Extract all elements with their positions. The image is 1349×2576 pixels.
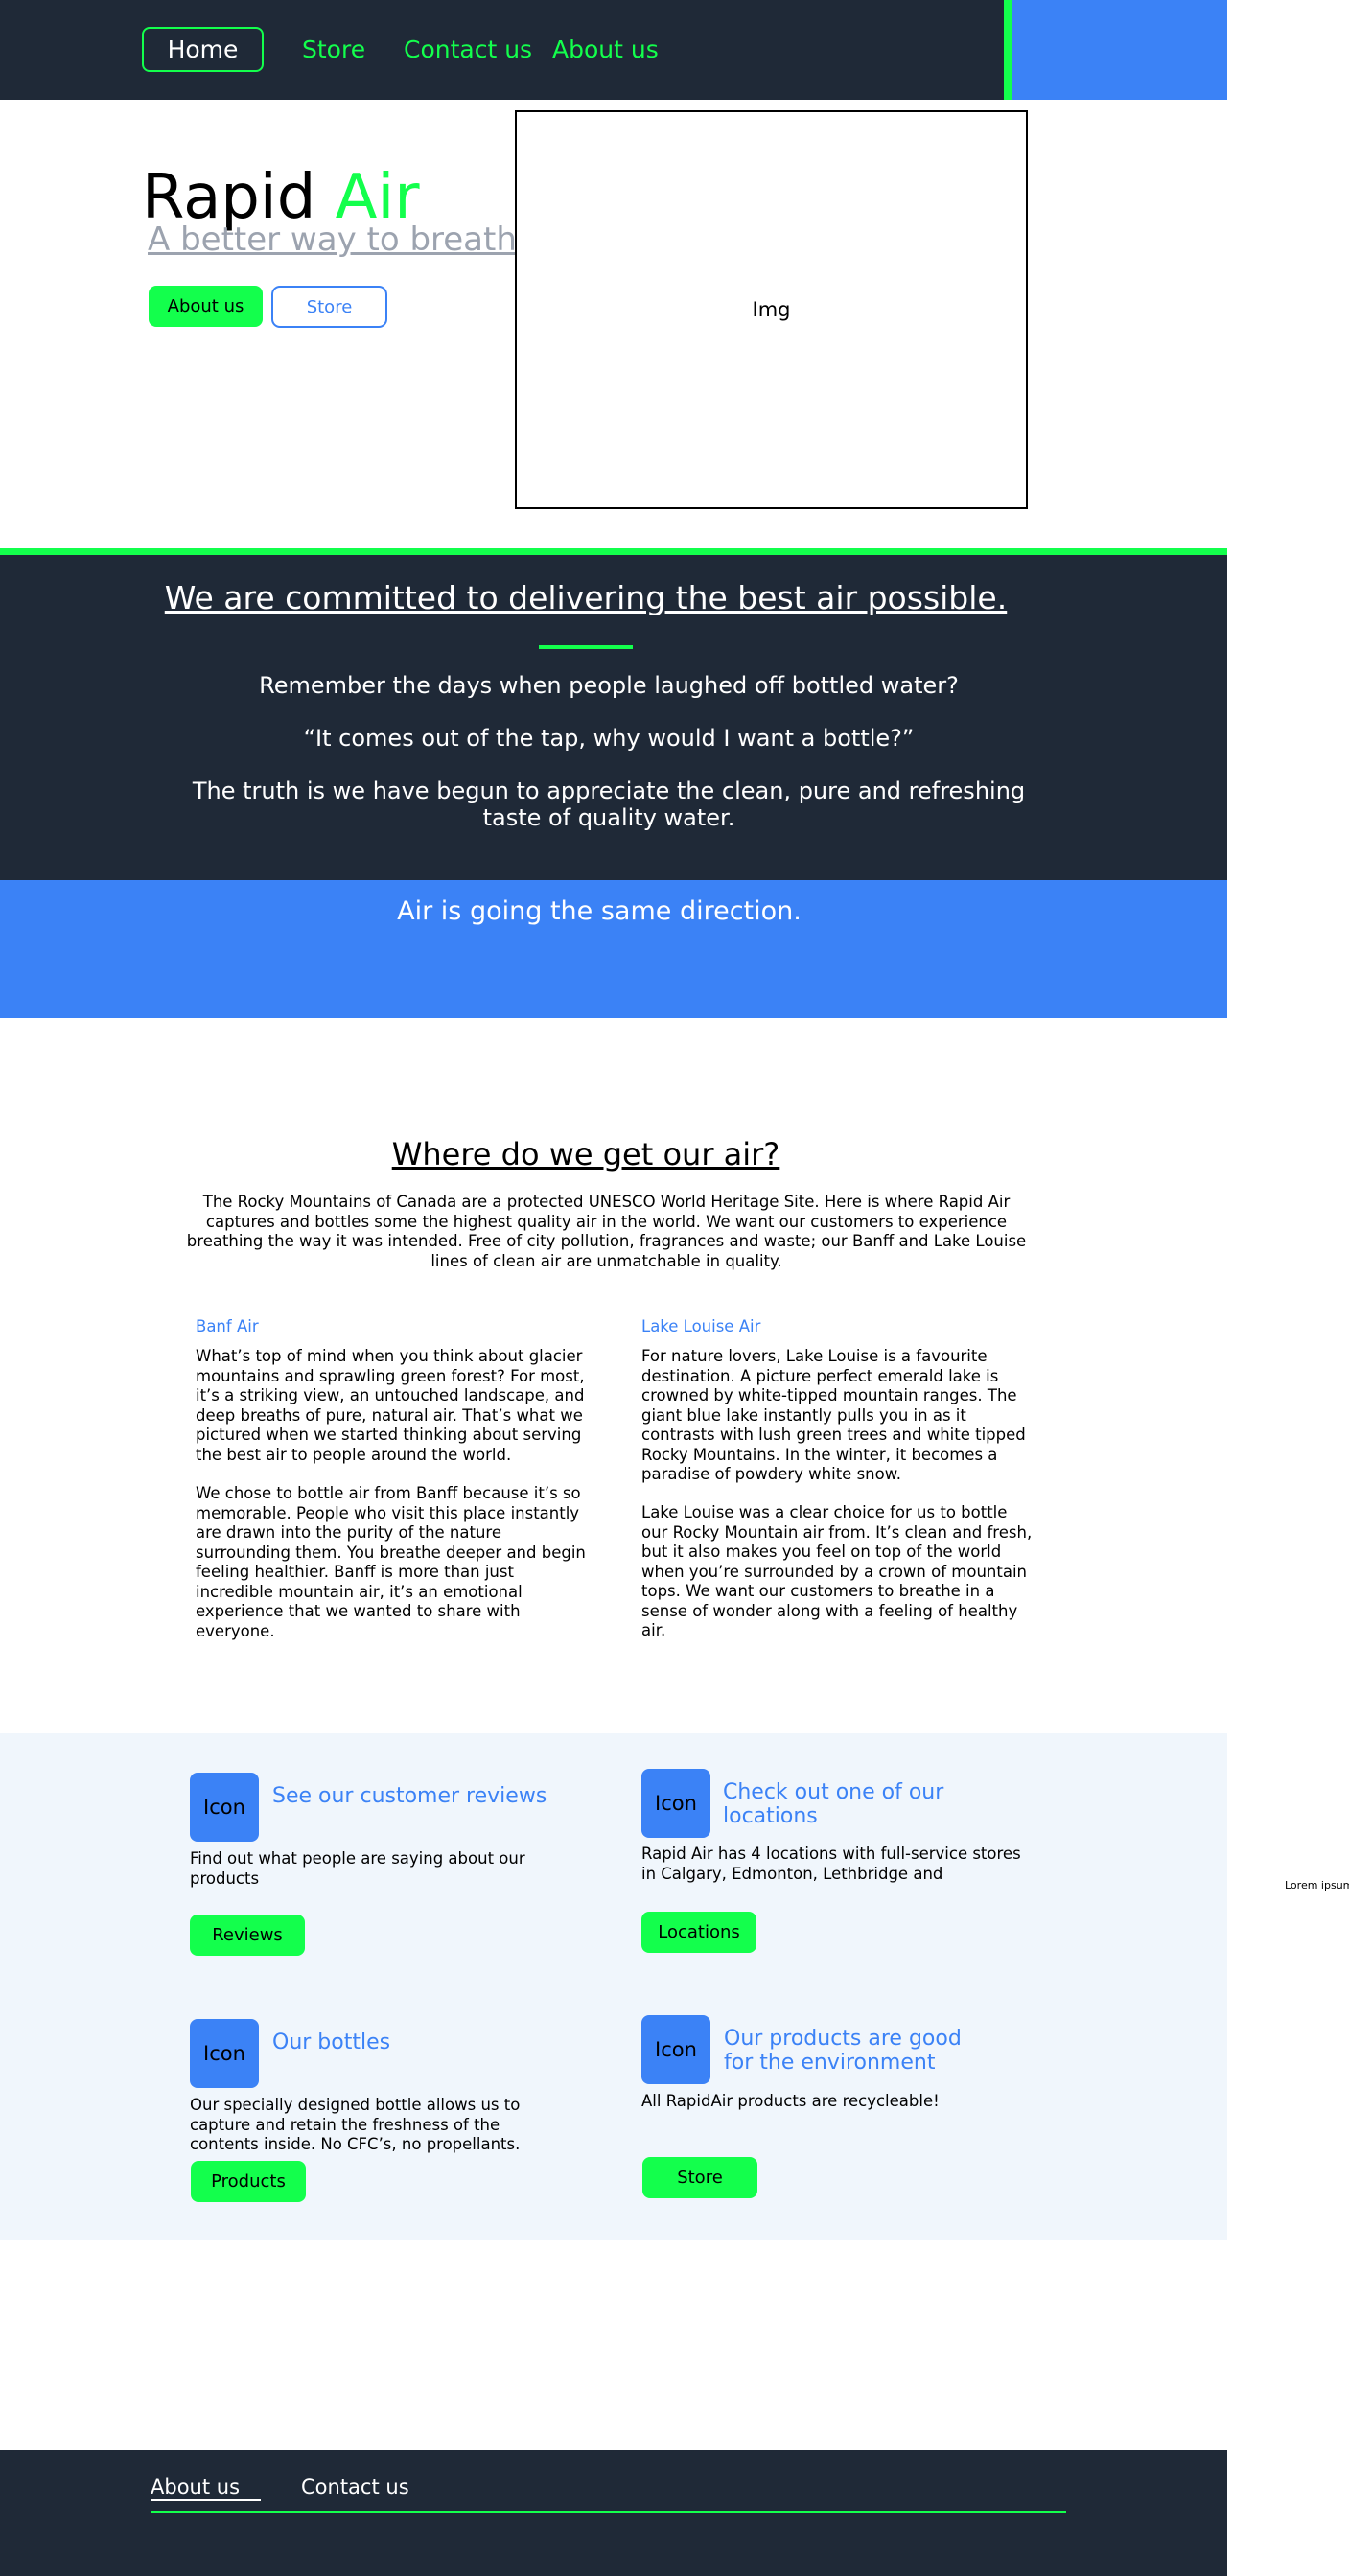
hero-image-placeholder: Img (515, 110, 1028, 509)
banff-paragraph-2: We chose to bottle air from Banff becaus… (196, 1484, 586, 1640)
nav-about-link[interactable]: About us (552, 35, 659, 65)
products-button[interactable]: Products (191, 2161, 306, 2202)
direction-banner-text: Air is going the same direction. (397, 896, 802, 926)
footer-about-link[interactable]: About us (151, 2475, 240, 2498)
banff-paragraph-1: What’s top of mind when you think about … (196, 1347, 585, 1464)
where-section-title: Where do we get our air? (391, 1136, 780, 1172)
lake-louise-paragraph-2: Lake Louise was a clear choice for us to… (641, 1503, 1033, 1639)
environment-text: All RapidAir products are recycleable! (641, 2092, 940, 2110)
footer-about-underline (151, 2499, 261, 2501)
hero-tagline: A better way to breath (148, 220, 517, 259)
lorem-ipsum-note: Lorem ipsum (1285, 1879, 1349, 1891)
commitment-paragraph-3: The truth is we have begun to appreciate… (192, 777, 1026, 831)
banff-air-heading: Banf Air (196, 1317, 259, 1335)
nav-home-button[interactable]: Home (142, 27, 264, 72)
bottles-title: Our bottles (272, 2031, 391, 2054)
image-placeholder-label: Img (752, 298, 791, 321)
commitment-paragraph-2: “It comes out of the tap, why would I wa… (303, 725, 915, 752)
commitment-paragraph-1: Remember the days when people laughed of… (259, 672, 959, 699)
locations-button[interactable]: Locations (641, 1912, 756, 1953)
bottles-text: Our specially designed bottle allows us … (190, 2096, 521, 2153)
locations-icon: Icon (641, 1769, 710, 1838)
nav-store-link[interactable]: Store (302, 35, 365, 65)
environment-title: Our products are good for the environmen… (724, 2027, 962, 2075)
where-intro-text: The Rocky Mountains of Canada are a prot… (186, 1193, 1027, 1270)
title-underline-divider (539, 645, 633, 649)
reviews-title: See our customer reviews (272, 1784, 547, 1808)
nav-contact-link[interactable]: Contact us (404, 35, 532, 65)
lake-louise-air-heading: Lake Louise Air (641, 1317, 761, 1335)
footer (0, 2450, 1227, 2576)
environment-icon: Icon (641, 2015, 710, 2084)
reviews-button[interactable]: Reviews (190, 1915, 305, 1956)
navbar-blue-accent (1012, 0, 1227, 100)
features-section (0, 1733, 1227, 2240)
locations-text: Rapid Air has 4 locations with full-serv… (641, 1845, 1021, 1883)
commitment-title: We are committed to delivering the best … (164, 579, 1008, 616)
footer-contact-link[interactable]: Contact us (301, 2475, 409, 2498)
locations-title: Check out one of our locations (723, 1780, 944, 1828)
hero-store-button[interactable]: Store (271, 286, 387, 328)
reviews-text: Find out what people are saying about ou… (190, 1849, 525, 1888)
hero-about-button[interactable]: About us (149, 286, 263, 327)
store-button[interactable]: Store (642, 2157, 757, 2198)
footer-green-divider (151, 2511, 1066, 2513)
reviews-icon: Icon (190, 1773, 259, 1842)
lake-louise-paragraph-1: For nature lovers, Lake Louise is a favo… (641, 1347, 1026, 1483)
navbar-green-accent (1004, 0, 1012, 100)
bottles-icon: Icon (190, 2019, 259, 2088)
